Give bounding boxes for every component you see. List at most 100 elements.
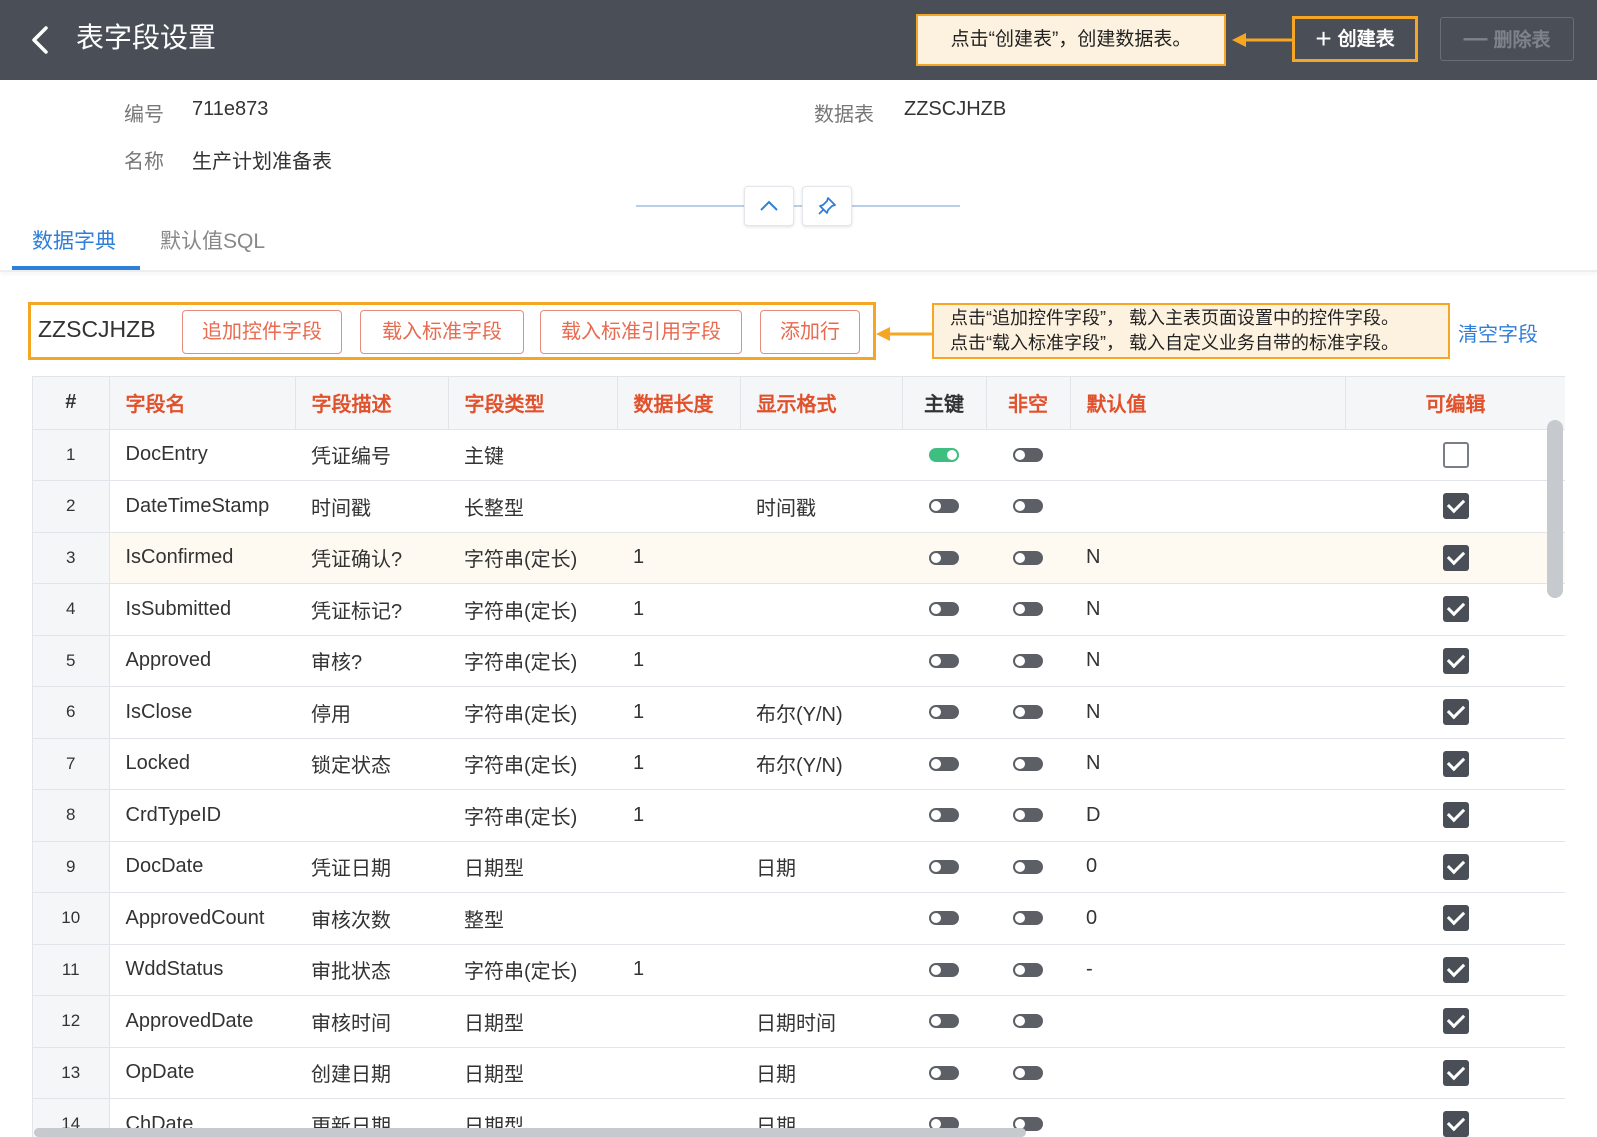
table-row[interactable]: 5 Approved 审核? 字符串(定长) 1 N [33,635,1565,687]
field-name-cell[interactable]: IsSubmitted [109,583,295,636]
table-row[interactable]: 12 ApprovedDate 审核时间 日期型 日期时间 [33,995,1565,1048]
vertical-scrollbar[interactable] [1547,420,1563,598]
not-null-switch[interactable] [1013,1014,1043,1029]
not-null-switch[interactable] [1013,705,1043,720]
display-format-cell[interactable] [740,583,902,636]
not-null-switch[interactable] [1013,756,1043,771]
table-row[interactable]: 10 ApprovedCount 审核次数 整型 0 [33,892,1565,945]
tab-default-sql[interactable]: 默认值SQL [160,226,265,258]
table-row[interactable]: 9 DocDate 凭证日期 日期型 日期 0 [33,841,1565,893]
not-null-switch[interactable] [1013,808,1043,823]
not-null-switch[interactable] [1013,550,1043,565]
add-row-button[interactable]: 添加行 [760,310,860,354]
field-desc-cell[interactable]: 创建日期 [295,1047,448,1099]
table-row[interactable]: 11 WddStatus 审批状态 字符串(定长) 1 - [33,944,1565,996]
primary-key-switch[interactable] [929,911,959,926]
data-length-cell[interactable] [617,480,740,533]
default-value-cell[interactable] [1070,429,1345,481]
tab-data-dictionary[interactable]: 数据字典 [32,226,116,258]
table-row[interactable]: 1 DocEntry 凭证编号 主键 [33,429,1565,481]
create-table-button[interactable]: + 创建表 [1292,16,1418,62]
field-desc-cell[interactable]: 审核? [295,635,448,687]
field-name-cell[interactable]: DocEntry [109,429,295,481]
load-standard-ref-fields-button[interactable]: 载入标准引用字段 [540,310,742,354]
editable-checkbox[interactable] [1442,544,1469,571]
not-null-switch[interactable] [1013,962,1043,977]
primary-key-switch[interactable] [929,1014,959,1029]
default-value-cell[interactable]: N [1070,583,1345,636]
data-length-cell[interactable]: 1 [617,944,740,996]
primary-key-switch[interactable] [929,756,959,771]
not-null-switch[interactable] [1013,859,1043,874]
delete-table-button[interactable]: — 删除表 [1440,17,1574,61]
table-row[interactable]: 8 CrdTypeID 字符串(定长) 1 D [33,789,1565,842]
not-null-switch[interactable] [1013,602,1043,617]
not-null-switch[interactable] [1013,1065,1043,1080]
field-name-cell[interactable]: DocDate [109,841,295,893]
table-row[interactable]: 2 DateTimeStamp 时间戳 长整型 时间戳 [33,480,1565,533]
default-value-cell[interactable]: N [1070,635,1345,687]
field-name-cell[interactable]: DateTimeStamp [109,480,295,533]
col-field-type[interactable]: 字段类型 [448,377,618,430]
field-desc-cell[interactable]: 凭证编号 [295,429,448,481]
not-null-switch[interactable] [1013,499,1043,514]
primary-key-switch[interactable] [929,653,959,668]
primary-key-switch[interactable] [929,962,959,977]
field-desc-cell[interactable]: 停用 [295,686,448,739]
table-row[interactable]: 4 IsSubmitted 凭证标记? 字符串(定长) 1 N [33,583,1565,636]
not-null-switch[interactable] [1013,447,1043,462]
field-type-cell[interactable]: 字符串(定长) [448,738,617,790]
field-type-cell[interactable]: 字符串(定长) [448,789,617,842]
field-type-cell[interactable]: 日期型 [448,1047,617,1099]
editable-checkbox[interactable] [1442,699,1469,726]
collapse-button[interactable] [744,186,794,226]
editable-checkbox[interactable] [1442,1008,1469,1035]
data-length-cell[interactable]: 1 [617,789,740,842]
display-format-cell[interactable]: 日期时间 [740,995,902,1048]
field-name-cell[interactable]: IsConfirmed [109,532,295,584]
append-control-fields-button[interactable]: 追加控件字段 [182,310,342,354]
primary-key-switch[interactable] [929,602,959,617]
field-desc-cell[interactable]: 时间戳 [295,480,448,533]
default-value-cell[interactable]: N [1070,738,1345,790]
data-length-cell[interactable]: 1 [617,738,740,790]
default-value-cell[interactable]: N [1070,686,1345,739]
field-name-cell[interactable]: CrdTypeID [109,789,295,842]
primary-key-switch[interactable] [929,499,959,514]
clear-fields-link[interactable]: 清空字段 [1458,318,1538,347]
primary-key-switch[interactable] [929,550,959,565]
col-display-format[interactable]: 显示格式 [740,377,903,430]
table-row[interactable]: 3 IsConfirmed 凭证确认? 字符串(定长) 1 N [33,532,1565,584]
default-value-cell[interactable]: 0 [1070,892,1345,945]
data-length-cell[interactable] [617,1047,740,1099]
display-format-cell[interactable]: 布尔(Y/N) [740,738,902,790]
primary-key-switch[interactable] [929,447,959,462]
default-value-cell[interactable] [1070,1098,1345,1137]
default-value-cell[interactable]: - [1070,944,1345,996]
display-format-cell[interactable] [740,532,902,584]
editable-checkbox[interactable] [1442,647,1469,674]
field-desc-cell[interactable] [295,789,448,842]
display-format-cell[interactable] [740,892,902,945]
data-length-cell[interactable] [617,841,740,893]
data-length-cell[interactable]: 1 [617,686,740,739]
data-length-cell[interactable]: 1 [617,583,740,636]
data-length-cell[interactable] [617,892,740,945]
col-data-length[interactable]: 数据长度 [617,377,741,430]
display-format-cell[interactable]: 时间戳 [740,480,902,533]
table-row[interactable]: 13 OpDate 创建日期 日期型 日期 [33,1047,1565,1099]
editable-checkbox[interactable] [1442,853,1469,880]
editable-checkbox[interactable] [1442,493,1469,520]
field-desc-cell[interactable]: 审核时间 [295,995,448,1048]
data-length-cell[interactable]: 1 [617,532,740,584]
field-desc-cell[interactable]: 审核次数 [295,892,448,945]
default-value-cell[interactable]: 0 [1070,841,1345,893]
field-name-cell[interactable]: IsClose [109,686,295,739]
field-name-cell[interactable]: Locked [109,738,295,790]
editable-checkbox[interactable] [1442,956,1469,983]
field-desc-cell[interactable]: 凭证日期 [295,841,448,893]
load-standard-fields-button[interactable]: 载入标准字段 [360,310,524,354]
table-row[interactable]: 6 IsClose 停用 字符串(定长) 1 布尔(Y/N) N [33,686,1565,739]
field-type-cell[interactable]: 字符串(定长) [448,944,617,996]
display-format-cell[interactable] [740,635,902,687]
